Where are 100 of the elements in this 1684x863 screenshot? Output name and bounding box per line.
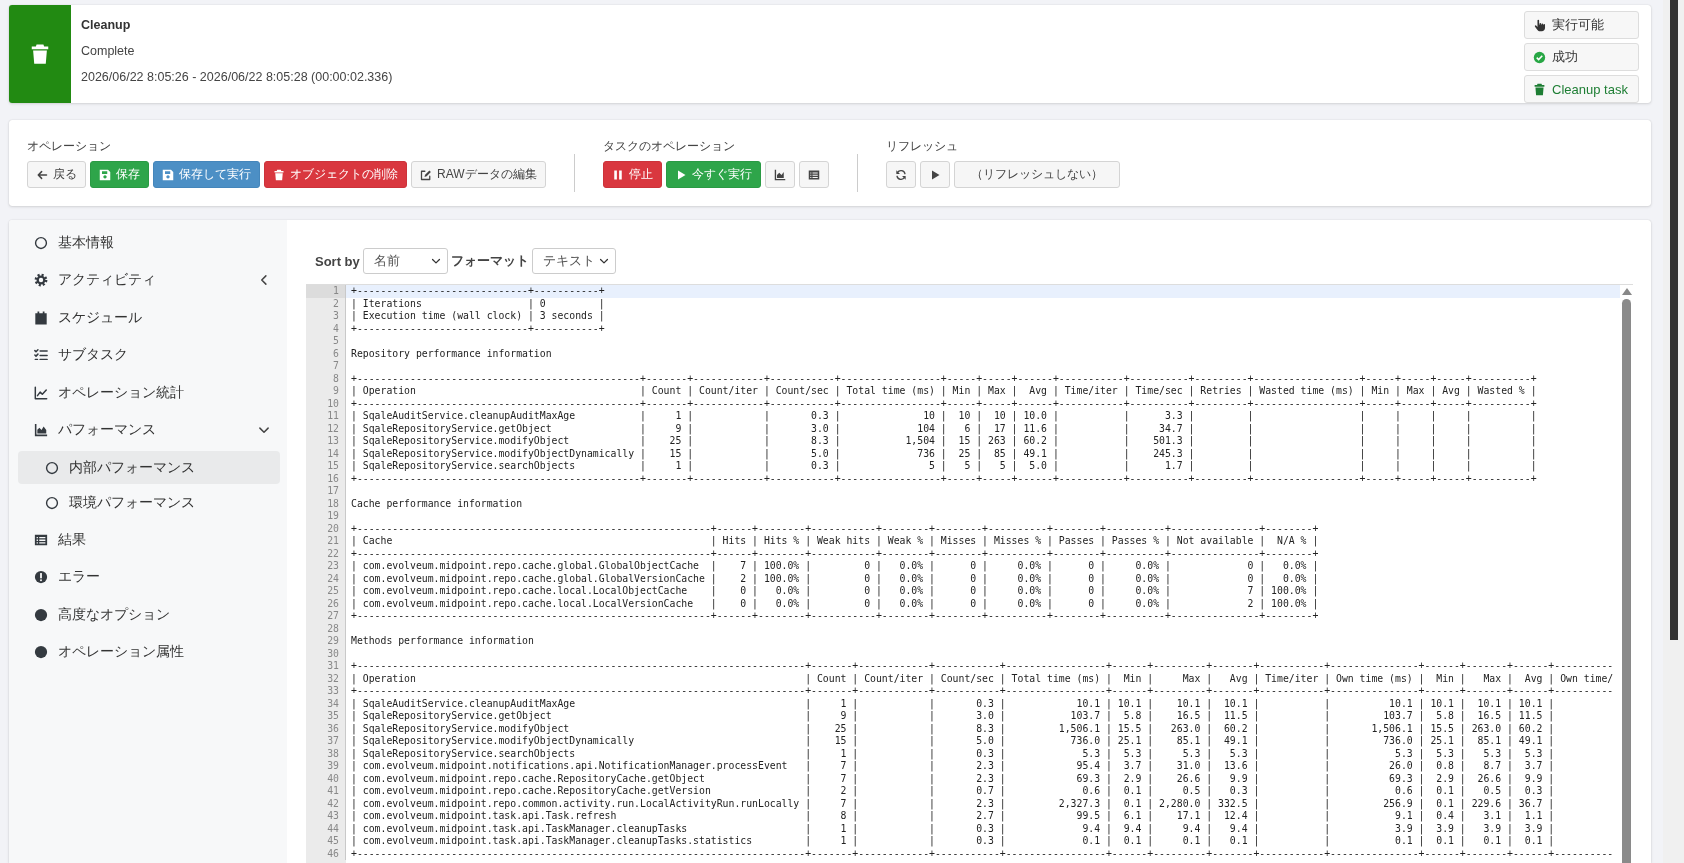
sidebar-item[interactable]: 高度なオプション [18,596,280,634]
dot-icon [34,607,48,622]
line-number: 1 [306,285,346,298]
play-button[interactable] [919,161,950,188]
chevron-down-icon [598,256,609,266]
code-line: | com.evolveum.midpoint.repo.cache.global.GlobalObjectCache | 7 | 100.0% | 0 | 0.0% | 0 | 0.0% | 0 | 0.0% | 0 | 0.0% | [350,560,1319,573]
sidebar-item[interactable]: 環境パフォーマンス [18,486,280,519]
delete-button[interactable]: オブジェクトの削除 [264,161,407,188]
page-scrollbar[interactable] [1663,0,1684,863]
line-number: 20 [306,522,346,535]
code-line: +------------------------------------------------+-------+------------+-----------+-----------------+-----+-----+------+-----------+----------+---------+------------------+-----+-----+-----+----------+ [350,372,1537,385]
sidebar-item[interactable]: 結果 [18,521,280,559]
scrollbar-thumb[interactable] [1669,0,1678,640]
line-number: 7 [306,360,346,373]
back-button[interactable]: 戻る [27,161,86,188]
line-number: 39 [306,760,346,773]
sidebar-item[interactable]: アクティビティ [18,261,280,299]
sidebar-item[interactable]: パフォーマンス [18,411,280,449]
checklist-icon [34,348,48,363]
line-number: 19 [306,510,346,523]
code-line: | com.evolveum.midpoint.task.api.Task.refresh | 8 | | 2.7 | 99.5 | 6.1 | 17.1 | 12.4 | | 9.1 | 0.4 | 3.1 | 1.1 | [350,810,1555,823]
code-line: +-----------------------------+-----------+ [350,322,605,335]
badge-label: Cleanup task [1552,81,1628,97]
code-line: | Operation | Count | Count/iter | Count/sec | Total time (ms) | Min | Max | Avg | Time/iter | Time/sec | Retries | Wasted time (ms) | Min | Max | Avg | Wasted % | [350,385,1537,398]
line-number: 22 [306,547,346,560]
stop-button[interactable]: 停止 [602,161,662,188]
code-line: | SqaleAuditService.cleanupAuditMaxAge | 1 | | 0.3 | 10 | 10 | 10 | 10.0 | | 3.3 | | | | | | | [350,410,1537,423]
line-number: 25 [306,585,346,598]
hand-icon [1533,18,1546,32]
sidebar-item[interactable]: スケジュール [18,299,280,337]
sort-select[interactable]: 名前 [362,248,448,274]
code-line: | SqaleRepositoryService.modifyObjectDynamically | 15 | | 5.0 | 736 | 25 | 85 | 49.1 | | 245.3 | | | | | | | [350,447,1537,460]
trash-icon [1533,82,1546,96]
task-time-range: 2026/06/22 8:05:26 - 2026/06/22 8:05:28 (00:00:02.336) [81,69,394,86]
refresh-button[interactable] [885,161,916,188]
sidebar-item[interactable]: サブタスク [18,336,280,374]
sidebar-item[interactable]: 基本情報 [18,224,280,262]
edit-raw-button[interactable]: RAWデータの編集 [411,161,546,188]
code-line: | com.evolveum.midpoint.repo.cache.local.LocalVersionCache | 0 | 0.0% | 0 | 0.0% | 0 | 0.0% | 0 | 0.0% | 2 | 100.0% | [350,597,1319,610]
line-number: 13 [306,435,346,448]
line-number: 32 [306,672,346,685]
line-number: 11 [306,410,346,423]
code-line: | SqaleRepositoryService.getObject | 9 | | 3.0 | 104 | 6 | 17 | 11.6 | | 34.7 | | | | | | | [350,422,1537,435]
list-icon [807,168,820,181]
line-number: 27 [306,610,346,623]
code-line: | com.evolveum.midpoint.repo.common.activity.run.LocalActivityRun.runLocally | 7 | | 2.3 | 2,327.3 | 0.1 | 2,280.0 | 332.5 | | 256.9 | 0.1 | 229.6 | 36.7 | [350,797,1555,810]
line-number: 23 [306,560,346,573]
code-line: +------------------------------------------------------------+------+--------+-----------+--------+--------+----------+--------+----------+---------------+--------+ [350,522,1319,535]
line-number: 44 [306,822,346,835]
refresh-interval-button[interactable]: （リフレッシュしない） [953,161,1120,188]
line-number: 12 [306,422,346,435]
line-number: 4 [306,322,346,335]
sidebar-item[interactable]: エラー [18,558,280,596]
area-chart-icon [773,168,786,181]
code-line: +----------------------------------------------------------------------------+-------+------------+-----------+-----------------+------+---------+-------+-----------+---------------+------+-------+------+---------- [350,660,1614,673]
line-number: 5 [306,335,346,348]
list-button[interactable] [798,161,829,188]
code-line: +------------------------------------------------+-------+------------+-----------+-----------------+-----+-----+------+-----------+----------+---------+------------------+-----+-----+-----+----------+ [350,397,1537,410]
code-line: | com.evolveum.midpoint.task.api.TaskManager.cleanupTasks | 1 | | 0.3 | 9.4 | 9.4 | 9.4 | 9.4 | | 3.9 | 3.9 | 3.9 | 3.9 | [350,822,1555,835]
line-number: 34 [306,697,346,710]
line-number: 42 [306,797,346,810]
line-number: 10 [306,397,346,410]
code-line: | Iterations | 0 | [350,297,605,310]
scrollbar-thumb[interactable] [1622,299,1631,863]
code-line: | SqaleAuditService.cleanupAuditMaxAge | 1 | | 0.3 | 10.1 | 10.1 | 10.1 | 10.1 | | 10.1 | 10.1 | 10.1 | 10.1 | [350,697,1555,710]
dot-icon [34,645,48,660]
code-line: | com.evolveum.midpoint.task.api.TaskManager.cleanupTasks.statistics | 1 | | 0.3 | 0.1 | 0.1 | 0.1 | 0.1 | | 0.1 | 0.1 | 0.1 | 0.1 | [350,835,1555,848]
chart-button[interactable] [764,161,795,188]
line-number: 46 [306,847,346,860]
code-line: | SqaleRepositoryService.modifyObject | 25 | | 8.3 | 1,504 | 15 | 263 | 60.2 | | 501.3 | | | | | | | [350,435,1537,448]
code-line: +----------------------------------------------------------------------------+-------+------------+-----------+-----------------+------+---------+-------+-----------+---------------+------+-------+------+---------- [350,685,1614,698]
code-line: | Cache | Hits | Hits % | Weak hits | Weak % | Misses | Misses % | Passes | Passes % | Not available | N/A % | [350,535,1319,548]
line-number: 45 [306,835,346,848]
code-line: +------------------------------------------------------------+------+--------+-----------+--------+--------+----------+--------+----------+---------------+--------+ [350,610,1319,623]
code-line: +------------------------------------------------+-------+------------+-----------+-----------------+-----+-----+------+-----------+----------+---------+------------------+-----+-----+-----+----------+ [350,472,1537,485]
format-select[interactable]: テキスト [531,248,616,274]
calendar-icon [34,310,48,325]
code-line: | SqaleRepositoryService.searchObjects | 1 | | 0.3 | 5.3 | 5.3 | 5.3 | 5.3 | | 5.3 | 5.3 | 5.3 | 5.3 | [350,747,1555,760]
line-number: 30 [306,647,346,660]
sidebar-item[interactable]: オペレーション統計 [18,374,280,412]
area-chart-icon [34,423,48,438]
task-title: Cleanup [81,17,132,34]
task-status: Complete [81,43,136,60]
list-icon [34,532,48,547]
line-number: 36 [306,722,346,735]
code-line: | com.evolveum.midpoint.repo.cache.global.GlobalVersionCache | 2 | 100.0% | 0 | 0.0% | 0 | 0.0% | 0 | 0.0% | 0 | 0.0% | [350,572,1319,585]
code-line: | Execution time (wall clock) | 3 seconds | [350,310,605,323]
group-label: タスクのオペレーション [602,139,736,154]
circle-icon [45,460,59,475]
edit-icon [420,168,432,181]
line-number: 8 [306,372,346,385]
sidebar-item[interactable]: オペレーション属性 [18,633,280,671]
line-number: 21 [306,535,346,548]
group-label: オペレーション [27,139,112,154]
line-chart-icon [34,385,48,400]
sidebar-item[interactable]: 内部パフォーマンス [18,451,280,484]
code-line: | Operation | Count | Count/iter | Count/sec | Total time (ms) | Min | Max | Avg | Time/iter | Own time (ms) | Min | Max | Avg | Own time/ [350,672,1614,685]
line-number: 33 [306,685,346,698]
code-line: | com.evolveum.midpoint.repo.cache.RepositoryCache.getVersion | 2 | | 0.7 | 0.6 | 0.1 | 0.5 | 0.3 | | 0.6 | 0.1 | 0.5 | 0.3 | [350,785,1555,798]
code-line: | SqaleRepositoryService.searchObjects | 1 | | 0.3 | 5 | 5 | 5 | 5.0 | | 1.7 | | | | | | | [350,460,1537,473]
